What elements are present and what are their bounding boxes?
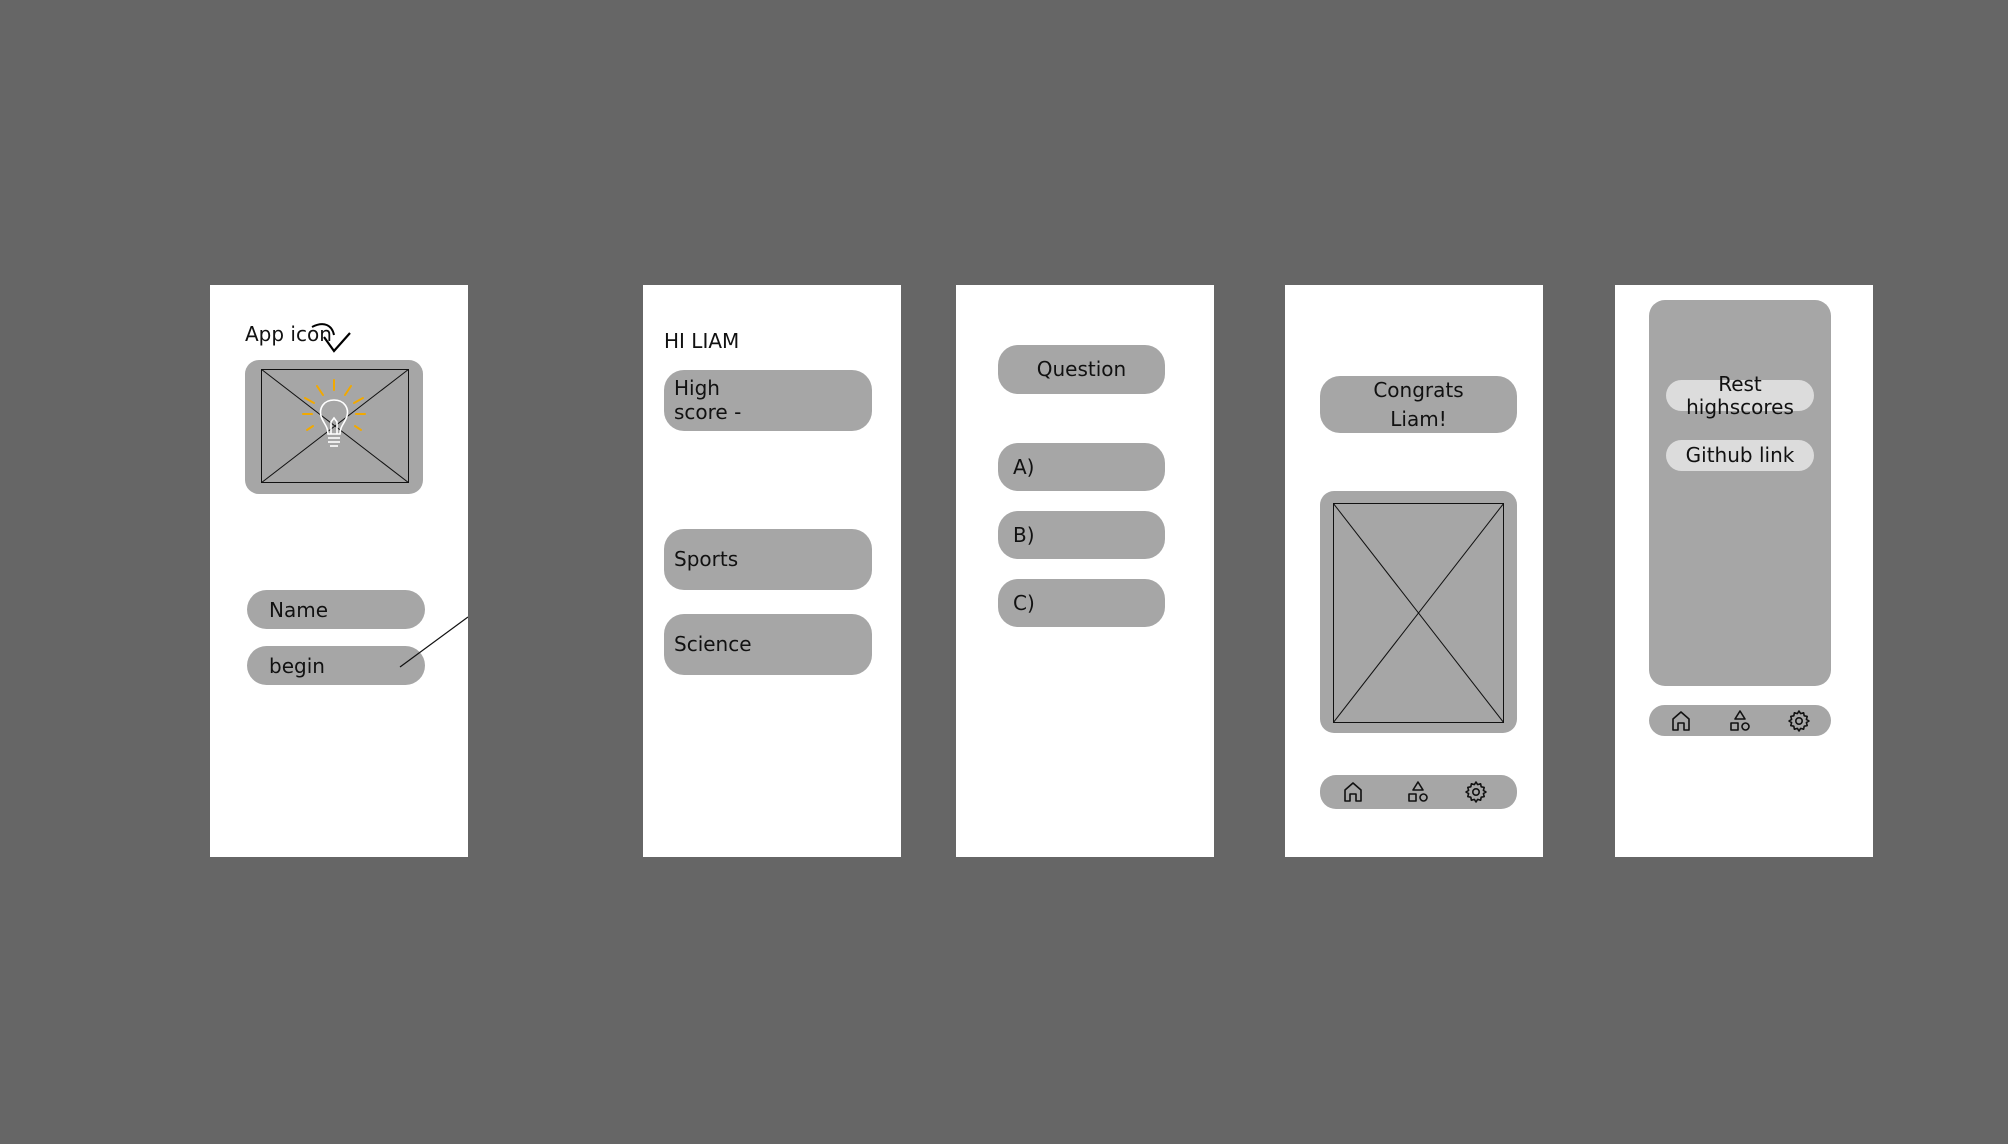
home-icon[interactable] (1341, 780, 1365, 804)
gear-icon[interactable] (1787, 709, 1811, 733)
reset-highscores-button[interactable]: Rest highscores (1666, 373, 1814, 419)
category-sports-button[interactable]: Sports (664, 529, 872, 590)
highscore-line2: score - (674, 400, 742, 424)
answer-b-button[interactable]: B) (998, 511, 1165, 559)
screen-login: App icon Name begin (210, 285, 468, 857)
screen-results: Congrats Liam! (1285, 285, 1543, 857)
screen-settings: Rest highscores Github link (1615, 285, 1873, 857)
image-placeholder-icon (1333, 503, 1504, 723)
app-icon-placeholder (245, 360, 423, 494)
screen-home: HI LIAM High score - Sports Science (643, 285, 901, 857)
greeting: HI LIAM (664, 329, 740, 353)
gear-icon[interactable] (1464, 780, 1488, 804)
reset-line1: Rest (1718, 372, 1762, 396)
bottom-nav (1320, 775, 1517, 809)
home-icon[interactable] (1669, 709, 1693, 733)
answer-c-button[interactable]: C) (998, 579, 1165, 627)
congrats-banner: Congrats Liam! (1320, 376, 1517, 433)
answer-a-button[interactable]: A) (998, 443, 1165, 491)
flow-connector-line (399, 616, 468, 668)
category-sports-label: Sports (674, 547, 739, 571)
name-field-label: Name (269, 598, 329, 622)
results-image-placeholder (1320, 491, 1517, 733)
lightbulb-icon (302, 379, 366, 447)
answer-b-label: B) (1013, 523, 1035, 547)
bottom-nav (1649, 705, 1831, 736)
question-display: Question (998, 345, 1165, 394)
answer-a-label: A) (1013, 455, 1035, 479)
highscore-line1: High (674, 376, 720, 400)
reset-line2: highscores (1686, 395, 1794, 419)
github-link[interactable]: Github link (1666, 440, 1814, 471)
congrats-line1: Congrats (1373, 378, 1464, 402)
begin-button-label: begin (269, 654, 325, 678)
congrats-line2: Liam! (1390, 407, 1447, 431)
category-science-button[interactable]: Science (664, 614, 872, 675)
screen-quiz: Question A) B) C) (956, 285, 1214, 857)
question-label: Question (1036, 357, 1127, 381)
arrow-annotation-icon (311, 323, 351, 353)
highscore-display: High score - (664, 370, 872, 431)
github-link-label: Github link (1685, 443, 1795, 467)
answer-c-label: C) (1013, 591, 1035, 615)
shapes-icon[interactable] (1406, 780, 1430, 804)
settings-panel (1649, 300, 1831, 686)
category-science-label: Science (674, 632, 752, 656)
shapes-icon[interactable] (1728, 709, 1752, 733)
